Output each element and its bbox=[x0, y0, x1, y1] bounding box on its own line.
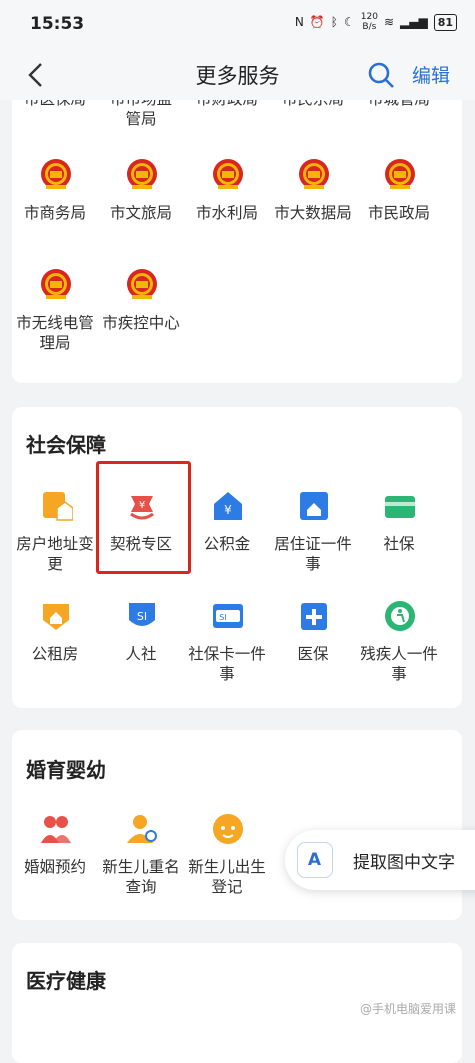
housing-fund-icon: ¥ bbox=[211, 488, 245, 524]
service-item[interactable]: ¥ 公积金 bbox=[184, 488, 270, 578]
service-item-label: 新生儿出生登记 bbox=[188, 858, 266, 896]
service-item[interactable]: 市商务局 bbox=[12, 157, 98, 247]
search-icon[interactable] bbox=[366, 60, 396, 90]
social-security-card-icon bbox=[383, 488, 417, 524]
service-item[interactable]: 市民政局 bbox=[356, 157, 442, 247]
service-item-label: 居住证一件事 bbox=[274, 535, 352, 573]
national-emblem-icon bbox=[125, 267, 159, 303]
si-card-icon: SI bbox=[211, 598, 245, 634]
service-item-label: 残疾人一件事 bbox=[360, 645, 438, 683]
svg-text:SI: SI bbox=[219, 613, 226, 622]
service-item-label: 房户地址变更 bbox=[16, 535, 94, 573]
service-item[interactable]: 市无线电管理局 bbox=[12, 267, 98, 357]
service-item[interactable]: SI 人社 bbox=[98, 598, 184, 688]
national-emblem-icon bbox=[211, 157, 245, 193]
ocr-label: 提取图中文字 bbox=[353, 853, 455, 873]
baby-face-icon bbox=[211, 811, 245, 847]
nav-bar: 更多服务 编辑 bbox=[0, 50, 475, 100]
service-item[interactable]: 残疾人一件事 bbox=[356, 598, 442, 688]
national-emblem-icon bbox=[297, 157, 331, 193]
status-icons: N ⏰ ᛒ ☾ 120 B/s ≋ ▂▄▆ 81 bbox=[295, 12, 457, 32]
wifi-icon: ≋ bbox=[383, 15, 394, 29]
svg-text:SI: SI bbox=[137, 610, 147, 623]
service-item[interactable]: 公租房 bbox=[12, 598, 98, 688]
service-item-label: 社保卡一件事 bbox=[188, 645, 266, 683]
section-title: 婚育婴幼 bbox=[26, 758, 106, 782]
watermark: @手机电脑爱用课 bbox=[360, 1002, 457, 1016]
service-item[interactable]: 婚姻预约 bbox=[12, 811, 98, 901]
service-item-label: 市商务局 bbox=[23, 204, 86, 222]
service-item[interactable]: 新生儿重名查询 bbox=[98, 811, 184, 901]
service-item-label: 社保 bbox=[383, 535, 415, 553]
national-emblem-icon bbox=[125, 157, 159, 193]
alarm-icon: ⏰ bbox=[309, 15, 325, 29]
service-item-label: 医保 bbox=[297, 645, 329, 663]
disabled-person-icon bbox=[383, 598, 417, 634]
highlight-box bbox=[96, 461, 191, 574]
service-item-label: 婚姻预约 bbox=[23, 858, 86, 876]
grid-item-partial[interactable]: 市市场监管局 bbox=[98, 100, 184, 130]
public-housing-icon bbox=[39, 598, 73, 634]
moon-icon: ☾ bbox=[343, 15, 355, 29]
house-address-icon bbox=[39, 488, 74, 524]
svg-text:¥: ¥ bbox=[224, 503, 232, 517]
service-item[interactable]: 市文旅局 bbox=[98, 157, 184, 247]
service-item-label: 市无线电管理局 bbox=[16, 314, 94, 352]
edit-button[interactable]: 编辑 bbox=[412, 61, 450, 88]
nfc-icon: N bbox=[294, 15, 304, 29]
grid-item-partial[interactable]: 市城管局 bbox=[356, 100, 442, 130]
medical-insurance-icon bbox=[297, 598, 331, 634]
text-recognition-icon: A bbox=[297, 842, 333, 878]
status-time: 15:53 bbox=[30, 14, 85, 34]
newborn-search-icon bbox=[125, 811, 159, 847]
ocr-extract-button[interactable]: A 提取图中文字 bbox=[285, 830, 475, 890]
service-item[interactable]: SI 社保卡一件事 bbox=[184, 598, 270, 688]
page-title: 更多服务 bbox=[195, 64, 280, 88]
national-emblem-icon bbox=[39, 157, 73, 193]
hr-social-icon: SI bbox=[125, 598, 159, 634]
national-emblem-icon bbox=[383, 157, 417, 193]
service-item[interactable]: 房户地址变更 bbox=[12, 488, 98, 578]
service-item[interactable]: 市疾控中心 bbox=[98, 267, 184, 357]
national-emblem-icon bbox=[39, 267, 73, 303]
service-item[interactable]: 市大数据局 bbox=[270, 157, 356, 247]
section-title: 社会保障 bbox=[26, 433, 106, 457]
residence-permit-icon bbox=[297, 488, 331, 524]
grid-item-partial[interactable]: 市医保局 bbox=[12, 100, 98, 130]
network-speed: 120 B/s bbox=[360, 12, 378, 32]
grid-item-partial[interactable]: 市财政局 bbox=[184, 100, 270, 130]
service-item-label: 市文旅局 bbox=[109, 204, 172, 222]
bluetooth-icon: ᛒ bbox=[330, 15, 338, 29]
status-bar: 15:53 N ⏰ ᛒ ☾ 120 B/s ≋ ▂▄▆ 81 bbox=[0, 0, 475, 50]
service-item-label: 公积金 bbox=[203, 535, 251, 553]
couple-icon bbox=[39, 811, 73, 847]
service-item-label: 市大数据局 bbox=[274, 204, 352, 222]
service-item-label: 人社 bbox=[125, 645, 157, 663]
service-item-label: 市水利局 bbox=[195, 204, 258, 222]
service-item-label: 新生儿重名查询 bbox=[102, 858, 180, 896]
service-item[interactable]: 社保 bbox=[356, 488, 442, 578]
service-item-label: 公租房 bbox=[31, 645, 79, 663]
service-item[interactable]: 市水利局 bbox=[184, 157, 270, 247]
service-item[interactable]: 医保 bbox=[270, 598, 356, 688]
service-item-label: 市疾控中心 bbox=[102, 314, 180, 332]
service-item[interactable]: 居住证一件事 bbox=[270, 488, 356, 578]
service-item[interactable]: 新生儿出生登记 bbox=[184, 811, 270, 901]
battery-icon: 81 bbox=[433, 13, 457, 31]
grid-item-partial[interactable]: 市民宗局 bbox=[270, 100, 356, 130]
service-item-label: 市民政局 bbox=[367, 204, 430, 222]
section-title: 医疗健康 bbox=[26, 969, 106, 993]
signal-icon: ▂▄▆ bbox=[400, 15, 428, 29]
